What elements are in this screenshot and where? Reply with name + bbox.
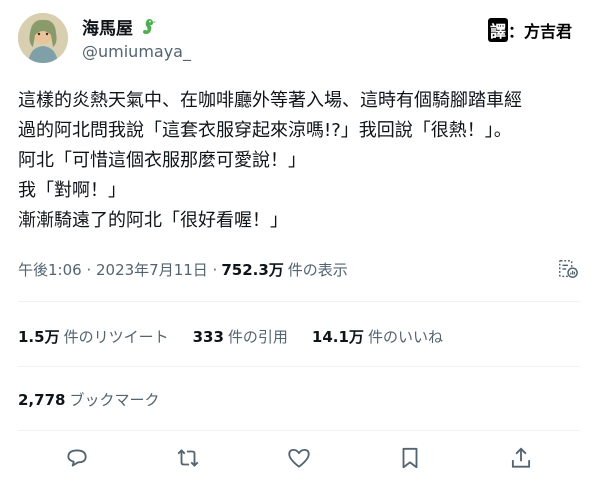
reply-icon[interactable]	[64, 445, 90, 471]
analytics-icon[interactable]	[557, 258, 579, 280]
retweet-label: 件のリツイート	[63, 328, 169, 346]
translator-mark: 譯	[488, 18, 509, 42]
tweet-line: 漸漸騎遠了的阿北「很好看喔！」	[18, 210, 288, 231]
seahorse-icon	[143, 18, 156, 34]
like-label: 件のいいね	[367, 328, 443, 346]
retweet-count: 1.5万	[18, 328, 60, 346]
quote-count: 333	[192, 328, 224, 346]
tweet-line: 這樣的炎熱天氣中、在咖啡廳外等著入場、這時有個騎腳踏車經	[18, 90, 522, 111]
engagement-stats: 1.5万 件のリツイート 333 件の引用 14.1万 件のいいね	[18, 326, 467, 347]
author-display-name[interactable]: 海馬屋	[82, 14, 133, 39]
author-handle[interactable]: @umiumaya_	[82, 42, 191, 61]
divider	[18, 366, 580, 367]
divider	[18, 301, 580, 302]
tweet-line: 阿北「可惜這個衣服那麼可愛說！」	[18, 150, 306, 171]
tweet-timestamp[interactable]: 午後1:06 · 2023年7月11日 ·	[18, 259, 217, 280]
author-name-row[interactable]: 海馬屋	[82, 14, 157, 39]
share-icon[interactable]	[508, 445, 534, 471]
translator-name: 方吉君	[524, 22, 573, 41]
action-bar	[0, 445, 598, 475]
like-stat[interactable]: 14.1万 件のいいね	[312, 326, 443, 347]
tweet-line: 我「對啊！」	[18, 180, 126, 201]
retweet-stat[interactable]: 1.5万 件のリツイート	[18, 326, 169, 347]
view-count: 752.3万	[221, 261, 284, 279]
quote-stat[interactable]: 333 件の引用	[193, 326, 288, 347]
retweet-icon[interactable]	[175, 445, 201, 471]
like-count: 14.1万	[311, 328, 364, 346]
tweet-meta: 午後1:06 · 2023年7月11日 · 752.3万 件の表示	[18, 259, 348, 280]
bookmark-label: ブックマーク	[69, 391, 160, 409]
avatar-image	[18, 13, 68, 63]
bookmark-stat[interactable]: 2,778 ブックマーク	[18, 389, 159, 410]
tweet-line: 過的阿北問我說「這套衣服穿起來涼嗎!?」我回說「很熱！」。	[18, 120, 512, 141]
quote-label: 件の引用	[227, 328, 288, 346]
like-icon[interactable]	[286, 445, 312, 471]
translator-credit: 譯：方吉君	[488, 18, 572, 42]
bookmark-count: 2,778	[18, 391, 66, 409]
bookmark-icon[interactable]	[397, 445, 423, 471]
divider	[18, 430, 580, 431]
avatar[interactable]	[18, 13, 68, 63]
view-count-label: 件の表示	[287, 261, 348, 279]
tweet-text: 這樣的炎熱天氣中、在咖啡廳外等著入場、這時有個騎腳踏車經 過的阿北問我說「這套衣…	[18, 86, 588, 236]
translator-separator: ：	[508, 22, 525, 41]
